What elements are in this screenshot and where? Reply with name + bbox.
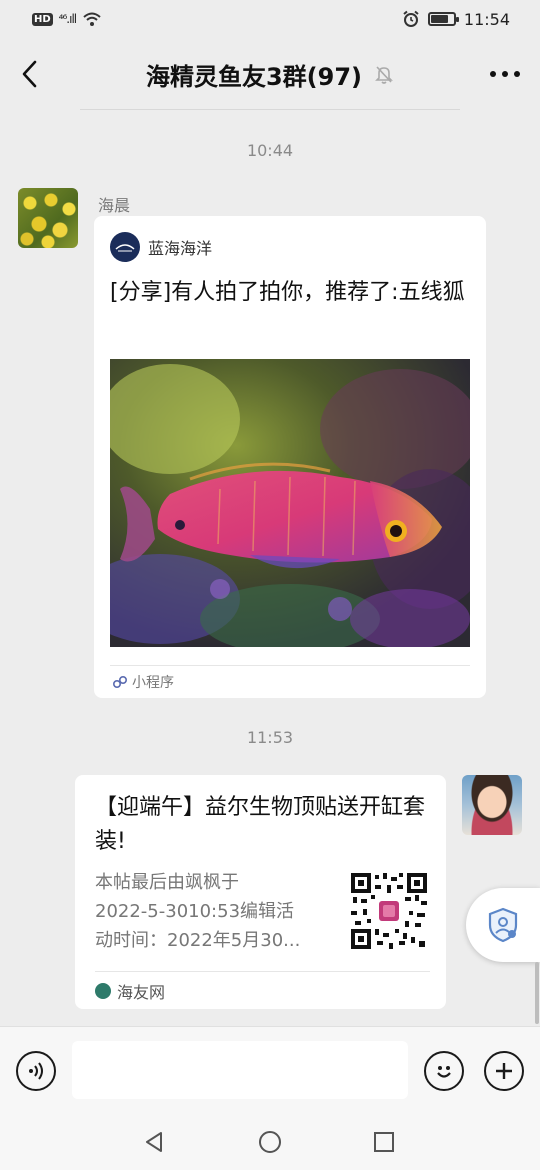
link-title: 【迎端午】益尔生物顶贴送开缸套装! bbox=[95, 795, 426, 854]
mini-program-label: 小程序 bbox=[132, 675, 174, 691]
battery-icon bbox=[427, 12, 459, 26]
system-home-button[interactable] bbox=[256, 1128, 284, 1156]
site-logo-icon bbox=[95, 983, 111, 999]
square-recents-icon bbox=[374, 1132, 394, 1152]
hd-badge: HD bbox=[32, 12, 53, 26]
system-recents-button[interactable] bbox=[370, 1128, 398, 1156]
timestamp: 11:53 bbox=[246, 728, 294, 747]
input-bar bbox=[0, 1026, 540, 1112]
system-back-button[interactable] bbox=[140, 1128, 168, 1156]
chat-title: 海精灵鱼友3群(97) bbox=[145, 62, 363, 91]
voice-icon bbox=[29, 1062, 43, 1080]
my-avatar[interactable] bbox=[462, 775, 522, 835]
circle-home-icon bbox=[259, 1131, 281, 1153]
system-navigation-bar bbox=[0, 1112, 540, 1170]
more-dots-icon bbox=[489, 71, 496, 77]
message-input[interactable] bbox=[72, 1041, 408, 1099]
scrollbar[interactable] bbox=[535, 962, 539, 1024]
bell-muted-icon bbox=[375, 66, 393, 84]
back-button[interactable] bbox=[20, 54, 60, 94]
mini-program-title: [分享]有人拍了拍你，推荐了:五线狐 bbox=[110, 280, 465, 305]
mini-program-source: 蓝海海洋 bbox=[148, 239, 213, 258]
avatar[interactable] bbox=[18, 188, 78, 248]
status-bar: HD ⁴⁶.ıll 11:54 bbox=[0, 0, 540, 38]
triangle-back-icon bbox=[146, 1132, 162, 1152]
link-desc-line: 本帖最后由飒枫于 bbox=[95, 872, 239, 893]
link-card[interactable]: 【迎端午】益尔生物顶贴送开缸套装! 本帖最后由飒枫于 2022-5-3010:5… bbox=[75, 775, 446, 1009]
sender-name: 海晨 bbox=[98, 196, 131, 215]
shield-icon bbox=[488, 907, 518, 943]
qr-code-thumbnail bbox=[349, 871, 429, 951]
more-dot bbox=[501, 71, 508, 77]
link-description: 本帖最后由飒枫于 2022-5-3010:53编辑活 动时间：2022年5月30… bbox=[95, 868, 335, 955]
card-divider bbox=[95, 971, 430, 972]
plus-button[interactable] bbox=[484, 1051, 524, 1091]
card-divider bbox=[110, 665, 470, 666]
link-source: 海友网 bbox=[117, 983, 166, 1002]
chat-title-group: 海精灵鱼友3群(97) bbox=[146, 57, 394, 92]
signal-icon: ⁴⁶.ıll bbox=[58, 12, 77, 26]
status-right: 11:54 bbox=[402, 10, 510, 29]
voice-button[interactable] bbox=[16, 1051, 56, 1091]
mini-program-footer: 小程序 bbox=[112, 672, 174, 692]
source-logo-icon bbox=[110, 232, 140, 262]
link-footer: 海友网 bbox=[95, 979, 165, 1003]
mini-program-header: 蓝海海洋 bbox=[110, 232, 212, 262]
emoji-button[interactable] bbox=[424, 1051, 464, 1091]
fish-photo bbox=[110, 359, 470, 647]
alarm-icon bbox=[403, 10, 419, 27]
timestamp: 10:44 bbox=[246, 141, 294, 160]
wifi-icon bbox=[83, 12, 101, 26]
mini-program-card[interactable]: 蓝海海洋 [分享]有人拍了拍你，推荐了:五线狐 小程序 bbox=[94, 216, 486, 698]
mini-program-icon bbox=[112, 675, 128, 689]
floating-security-button[interactable] bbox=[466, 888, 540, 962]
header-divider bbox=[80, 109, 460, 110]
chat-screen: HD ⁴⁶.ıll 11:54 海精灵鱼友3群(97) 10:44 海晨 蓝海海… bbox=[0, 0, 540, 1170]
emoji-icon bbox=[437, 1066, 451, 1078]
chevron-left-icon bbox=[22, 60, 37, 88]
link-desc-line: 2022-5-3010:53编辑活 bbox=[95, 901, 295, 922]
more-dot bbox=[513, 71, 520, 77]
more-button[interactable] bbox=[480, 54, 520, 94]
plus-circle-icon bbox=[496, 1063, 512, 1079]
status-time: 11:54 bbox=[463, 9, 510, 29]
chat-header: 海精灵鱼友3群(97) bbox=[0, 38, 540, 110]
status-left: HD ⁴⁶.ıll bbox=[32, 11, 102, 27]
link-desc-line: 动时间：2022年5月30... bbox=[95, 930, 301, 951]
